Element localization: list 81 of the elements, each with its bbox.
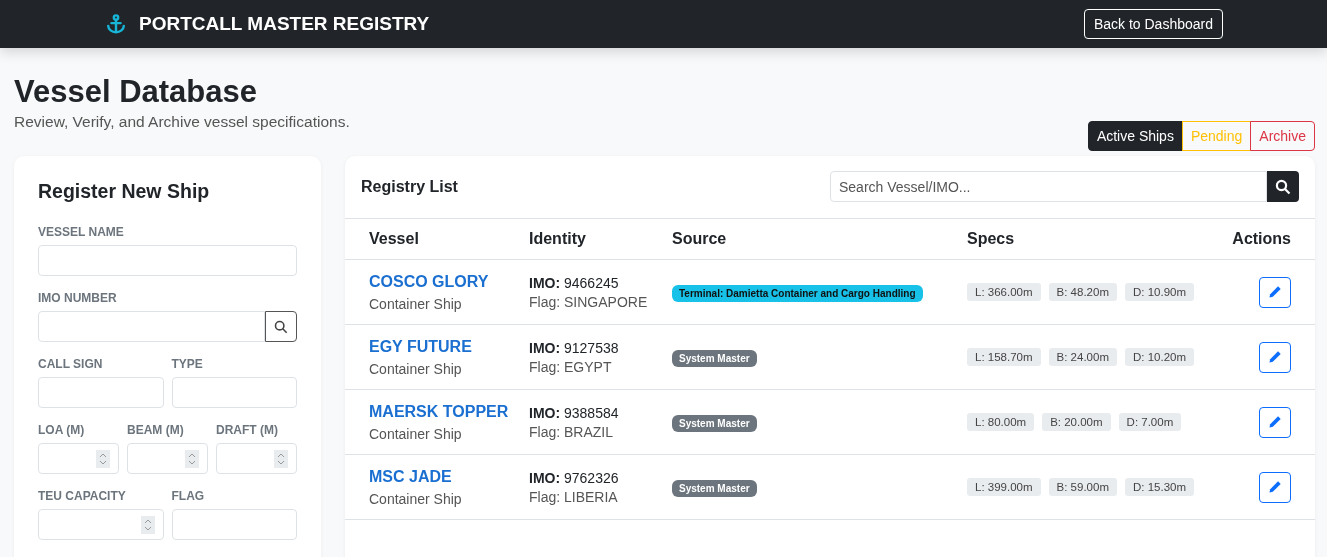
flag-label: Flag: BRAZIL	[529, 423, 615, 440]
vessel-name-link[interactable]: EGY FUTURE	[369, 337, 513, 356]
page-subtitle: Review, Verify, and Archive vessel specifications.	[14, 113, 350, 131]
number-field[interactable]	[216, 443, 297, 474]
spec-chip: L: 158.70m	[967, 348, 1041, 366]
brand-title: PORTCALL MASTER REGISTRY	[139, 13, 430, 35]
vessel-type: Container Ship	[369, 360, 463, 377]
spec-chip: B: 48.20m	[1048, 283, 1117, 301]
spinner-icon[interactable]	[140, 515, 155, 534]
pencil-icon	[1268, 415, 1282, 429]
imo-number: IMO: 9127538	[529, 339, 620, 356]
column-header: Vessel	[345, 219, 521, 260]
spec-chip: D: 10.90m	[1124, 283, 1195, 301]
field-label: TYPE	[171, 357, 204, 371]
spinner-icon[interactable]	[185, 449, 199, 468]
spinner-icon[interactable]	[274, 449, 288, 468]
registry-title: Registry List	[361, 177, 458, 196]
input-field[interactable]	[171, 377, 297, 408]
edit-button[interactable]	[1259, 471, 1291, 503]
pencil-icon	[1268, 480, 1282, 494]
filter-tab[interactable]: Active Ships	[1087, 121, 1183, 151]
pencil-icon	[1268, 285, 1282, 299]
vessel-type: Container Ship	[369, 490, 463, 507]
column-header: Actions	[1218, 219, 1315, 260]
source-badge: System Master	[672, 350, 757, 367]
spec-chip: B: 20.00m	[1042, 413, 1111, 431]
search-field[interactable]: Search Vessel/IMO...	[830, 171, 1267, 202]
spec-chip: L: 399.00m	[967, 478, 1041, 496]
back-to-dashboard-button[interactable]: Back to Dashboard	[1083, 9, 1223, 39]
edit-button[interactable]	[1259, 341, 1291, 373]
field-label: IMO NUMBER	[38, 291, 118, 305]
filter-tab[interactable]: Archive	[1250, 121, 1315, 151]
number-field[interactable]	[38, 443, 119, 474]
spinner-icon[interactable]	[96, 449, 110, 468]
spec-chip: D: 15.30m	[1124, 478, 1195, 496]
input-field[interactable]	[38, 245, 297, 276]
spec-chip: D: 7.00m	[1118, 413, 1182, 431]
search-button[interactable]	[1267, 171, 1299, 202]
source-badge: Terminal: Damietta Container and Cargo Handling	[672, 285, 923, 302]
spec-chip: L: 80.00m	[967, 413, 1035, 431]
search-icon	[1275, 178, 1291, 195]
field-label: LOA (M)	[38, 423, 86, 437]
pencil-icon	[1268, 350, 1282, 364]
edit-button[interactable]	[1259, 406, 1291, 438]
vessel-type: Container Ship	[369, 295, 463, 312]
source-badge: System Master	[672, 415, 757, 432]
number-field[interactable]	[38, 509, 164, 540]
imo-number: IMO: 9762326	[529, 469, 620, 486]
form-title: Register New Ship	[38, 180, 211, 203]
flag-label: Flag: SINGAPORE	[529, 293, 649, 310]
anchor-icon	[105, 13, 127, 35]
field-label: VESSEL NAME	[38, 225, 125, 239]
column-header: Specs	[959, 219, 1219, 260]
column-header: Source	[664, 219, 959, 260]
flag-label: Flag: EGYPT	[529, 358, 613, 375]
spec-chip: D: 10.20m	[1124, 348, 1195, 366]
vessel-name-link[interactable]: MSC JADE	[369, 467, 513, 486]
lookup-button[interactable]	[265, 311, 297, 342]
page-title: Vessel Database	[14, 74, 258, 110]
imo-number: IMO: 9466245	[529, 274, 620, 291]
field-label: BEAM (M)	[127, 423, 185, 437]
input-field[interactable]	[171, 509, 297, 540]
spec-chip: B: 59.00m	[1048, 478, 1117, 496]
field-label: FLAG	[171, 489, 206, 503]
vessel-type: Container Ship	[369, 425, 463, 442]
number-field[interactable]	[127, 443, 208, 474]
input-field[interactable]	[38, 311, 265, 342]
edit-button[interactable]	[1259, 276, 1291, 308]
vessel-name-link[interactable]: COSCO GLORY	[369, 272, 513, 291]
field-label: DRAFT (M)	[216, 423, 279, 437]
vessel-name-link[interactable]: MAERSK TOPPER	[369, 402, 513, 421]
search-icon	[274, 319, 288, 334]
spec-chip: B: 24.00m	[1048, 348, 1117, 366]
source-badge: System Master	[672, 480, 757, 497]
field-label: CALL SIGN	[38, 357, 104, 371]
column-header: Identity	[521, 219, 664, 260]
spec-chip: L: 366.00m	[967, 283, 1041, 301]
imo-number: IMO: 9388584	[529, 404, 620, 421]
input-field[interactable]	[38, 377, 164, 408]
flag-label: Flag: LIBERIA	[529, 488, 619, 505]
field-label: TEU CAPACITY	[38, 489, 127, 503]
